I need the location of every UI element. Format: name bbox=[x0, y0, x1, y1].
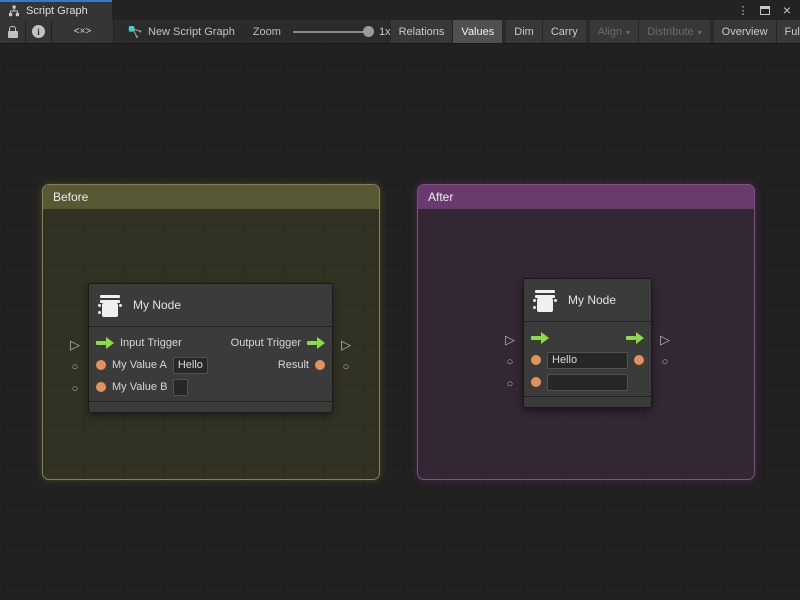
toolbar: i <×> New Script Graph Zoom 1x Relations… bbox=[0, 20, 800, 44]
window-menu-icon[interactable]: ⋮ bbox=[734, 1, 752, 19]
node-footer bbox=[524, 396, 651, 407]
node-row: My Value A Hello Result bbox=[89, 354, 332, 376]
inspector-button[interactable]: i bbox=[26, 20, 52, 43]
external-value-port[interactable]: ○ bbox=[338, 359, 354, 375]
overview-button[interactable]: Overview bbox=[714, 20, 777, 43]
external-flow-port[interactable]: ▷ bbox=[657, 332, 673, 348]
node-header[interactable]: My Node bbox=[524, 279, 651, 322]
tab-script-graph[interactable]: Script Graph bbox=[0, 0, 112, 20]
value-input-field[interactable] bbox=[547, 374, 628, 391]
node-body: Hello bbox=[524, 322, 651, 393]
external-value-port[interactable]: ○ bbox=[502, 376, 518, 392]
node-row: My Value B bbox=[89, 376, 332, 398]
flow-port-icon[interactable] bbox=[531, 332, 549, 344]
external-flow-port[interactable]: ▷ bbox=[502, 332, 518, 348]
node-row bbox=[524, 327, 651, 349]
node-row bbox=[524, 371, 651, 393]
tab-label: Script Graph bbox=[26, 5, 88, 17]
group-before-header[interactable]: Before bbox=[43, 185, 379, 209]
port-label: My Value B bbox=[112, 381, 167, 393]
port-label: Output Trigger bbox=[231, 337, 301, 349]
zoom-value: 1x bbox=[379, 26, 391, 38]
titlebar: Script Graph ⋮ × bbox=[0, 0, 800, 20]
node-my-node-before[interactable]: My Node Input Trigger Output Trigger My … bbox=[88, 283, 333, 413]
value-port-icon[interactable] bbox=[315, 360, 325, 370]
flow-port-icon[interactable] bbox=[96, 337, 114, 349]
group-after-header[interactable]: After bbox=[418, 185, 754, 209]
value-input-field[interactable]: Hello bbox=[173, 357, 208, 374]
value-port-icon[interactable] bbox=[96, 382, 106, 392]
relations-toggle[interactable]: Relations bbox=[391, 20, 454, 43]
script-graph-icon bbox=[8, 5, 20, 17]
zoom-slider[interactable] bbox=[293, 31, 369, 33]
group-title: After bbox=[428, 190, 453, 204]
value-input-field[interactable]: Hello bbox=[547, 352, 628, 369]
value-port-icon[interactable] bbox=[96, 360, 106, 370]
node-row: Input Trigger Output Trigger bbox=[89, 332, 332, 354]
chevron-down-icon: ▾ bbox=[698, 28, 702, 37]
external-value-port[interactable]: ○ bbox=[502, 354, 518, 370]
values-toggle[interactable]: Values bbox=[453, 20, 502, 43]
graph-name-label: New Script Graph bbox=[148, 26, 235, 38]
node-title: My Node bbox=[133, 298, 181, 312]
flow-port-icon[interactable] bbox=[626, 332, 644, 344]
node-icon bbox=[532, 287, 558, 313]
lock-button[interactable] bbox=[0, 20, 26, 43]
external-flow-port[interactable]: ▷ bbox=[338, 337, 354, 353]
node-my-node-after[interactable]: My Node Hello ▷ ○ ○ ▷ ○ bbox=[523, 278, 652, 408]
info-icon: i bbox=[32, 25, 45, 38]
fullscreen-button[interactable]: Full Scr bbox=[777, 20, 800, 43]
external-value-port[interactable]: ○ bbox=[67, 359, 83, 375]
window-controls: ⋮ × bbox=[734, 0, 800, 20]
node-title: My Node bbox=[568, 293, 616, 307]
value-port-icon[interactable] bbox=[531, 355, 541, 365]
graph-icon bbox=[128, 25, 142, 39]
zoom-slider-handle[interactable] bbox=[363, 26, 374, 37]
graph-title: New Script Graph bbox=[128, 20, 235, 43]
port-label: Result bbox=[278, 359, 309, 371]
code-icon: <×> bbox=[74, 26, 92, 37]
dim-toggle[interactable]: Dim bbox=[506, 20, 543, 43]
align-dropdown[interactable]: Align ▾ bbox=[590, 20, 639, 43]
external-flow-port[interactable]: ▷ bbox=[67, 337, 83, 353]
value-input-field[interactable] bbox=[173, 379, 188, 396]
node-header[interactable]: My Node bbox=[89, 284, 332, 327]
external-value-port[interactable]: ○ bbox=[657, 354, 673, 370]
toolbar-toggles: Relations Values Dim Carry Align ▾ Distr… bbox=[391, 20, 800, 43]
node-icon bbox=[97, 292, 123, 318]
group-title: Before bbox=[53, 190, 88, 204]
port-label: My Value A bbox=[112, 359, 167, 371]
close-icon[interactable]: × bbox=[778, 1, 796, 19]
zoom-control: Zoom 1x bbox=[253, 20, 391, 43]
port-label: Input Trigger bbox=[120, 337, 182, 349]
maximize-icon[interactable] bbox=[756, 1, 774, 19]
carry-toggle[interactable]: Carry bbox=[543, 20, 586, 43]
node-row: Hello bbox=[524, 349, 651, 371]
graph-canvas[interactable]: Before After My Node Input Trigger Outpu… bbox=[0, 44, 800, 600]
external-value-port[interactable]: ○ bbox=[67, 381, 83, 397]
distribute-dropdown[interactable]: Distribute ▾ bbox=[639, 20, 709, 43]
node-footer bbox=[89, 401, 332, 412]
value-port-icon[interactable] bbox=[531, 377, 541, 387]
node-body: Input Trigger Output Trigger My Value A … bbox=[89, 327, 332, 398]
code-preview-button[interactable]: <×> bbox=[52, 20, 114, 43]
zoom-label: Zoom bbox=[253, 26, 281, 38]
lock-icon bbox=[8, 26, 18, 38]
value-port-icon[interactable] bbox=[634, 355, 644, 365]
chevron-down-icon: ▾ bbox=[626, 28, 630, 37]
flow-port-icon[interactable] bbox=[307, 337, 325, 349]
